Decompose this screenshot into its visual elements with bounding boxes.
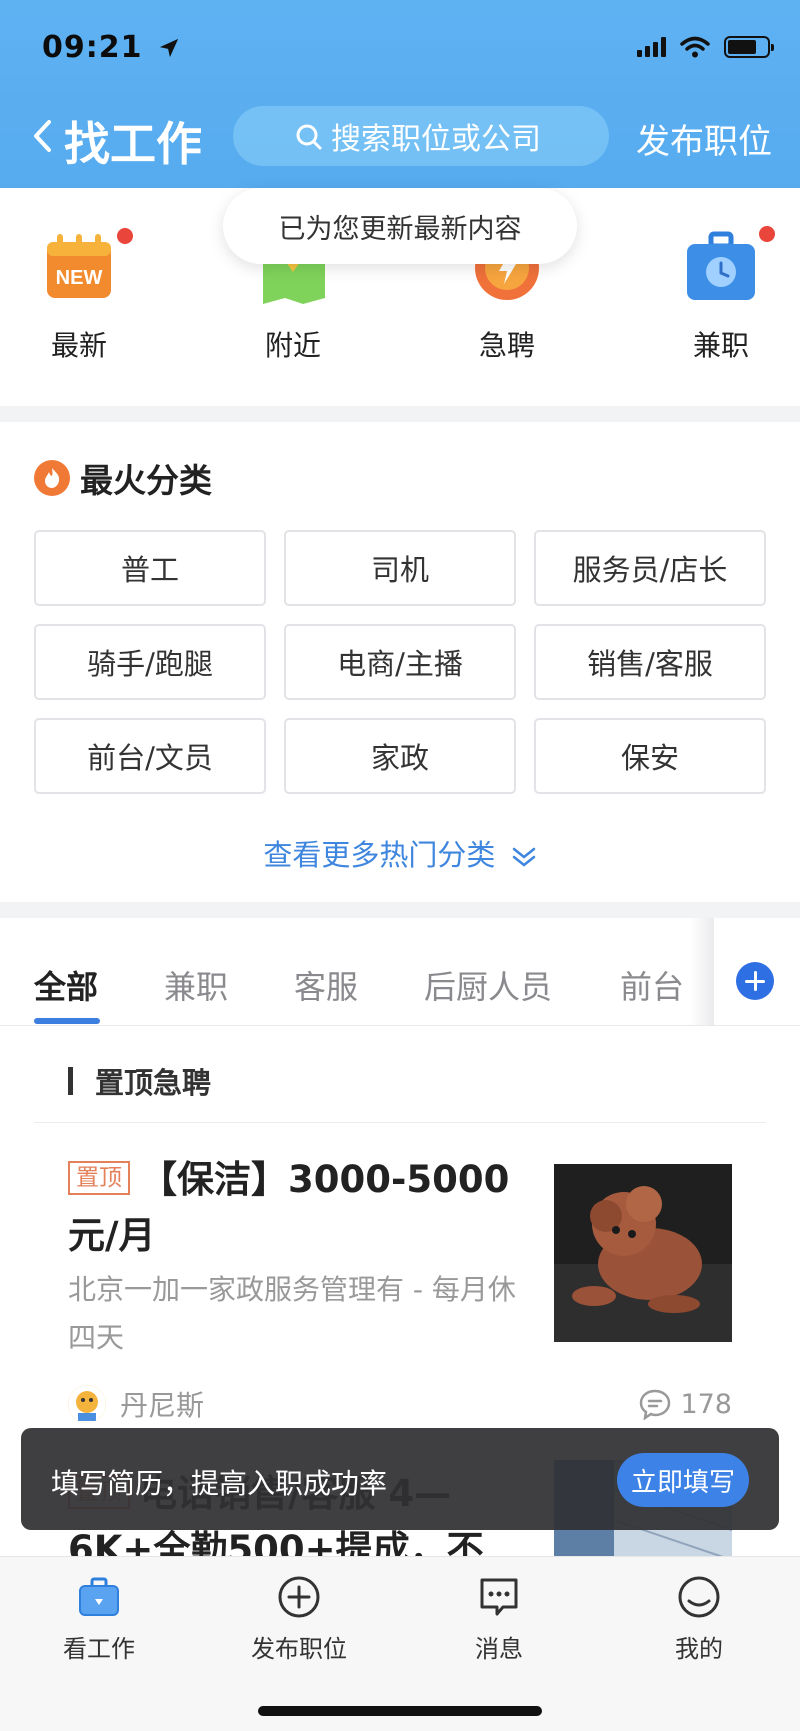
- location-arrow-icon: [159, 38, 179, 58]
- comment-count-value: 178: [680, 1388, 732, 1420]
- message-icon: [477, 1575, 521, 1619]
- more-categories-link[interactable]: 查看更多热门分类: [0, 832, 800, 874]
- job-card[interactable]: 置顶 【保洁】3000-5000元/月 北京一加一家政服务管理有 - 每月休四天 …: [68, 1152, 732, 1423]
- more-categories-label: 查看更多热门分类: [263, 838, 496, 872]
- app-header: 09:21 找工作 搜索职位或公司 发布职位: [0, 0, 800, 188]
- section-bar: [68, 1067, 73, 1095]
- bottom-tab-jobs[interactable]: 看工作: [39, 1575, 159, 1664]
- double-chevron-down-icon: [512, 847, 535, 867]
- tab-kitchen-staff[interactable]: 后厨人员: [424, 962, 552, 1008]
- briefcase-icon: [77, 1575, 121, 1619]
- plus-circle-icon: [277, 1575, 321, 1619]
- comment-count: 178: [638, 1388, 732, 1420]
- status-time: 09:21: [42, 30, 180, 65]
- pinned-badge: 置顶: [68, 1161, 130, 1195]
- tabs-scroll-fade: [690, 918, 714, 1025]
- status-indicators: [637, 36, 774, 58]
- notification-dot: [117, 228, 133, 244]
- fill-resume-button[interactable]: 立即填写: [617, 1453, 749, 1507]
- hot-categories-section: 最火分类 普工 司机 服务员/店长 骑手/跑腿 电商/主播 销售/客服 前台/文…: [0, 422, 800, 902]
- search-input[interactable]: 搜索职位或公司: [233, 106, 609, 166]
- job-title: 置顶 【保洁】3000-5000元/月: [68, 1152, 528, 1264]
- quick-item-label: 急聘: [478, 329, 535, 362]
- category-button[interactable]: 电商/主播: [284, 624, 516, 700]
- bottom-tab-bar: 看工作 发布职位 消息 我的: [0, 1556, 800, 1731]
- bottom-tab-label: 发布职位: [251, 1635, 347, 1663]
- bottom-tab-label: 我的: [675, 1635, 723, 1663]
- quick-item-parttime[interactable]: 兼职: [666, 226, 776, 364]
- quick-item-label: 最新: [50, 329, 107, 362]
- hot-categories-title: 最火分类: [80, 461, 212, 500]
- tab-all[interactable]: 全部: [34, 962, 98, 1008]
- battery-icon: [724, 36, 774, 58]
- resume-toast-text: 填写简历，提高入职成功率: [51, 1467, 388, 1500]
- add-tab-plus-icon[interactable]: [736, 962, 774, 1000]
- quick-item-label: 附近: [264, 329, 321, 362]
- category-button[interactable]: 司机: [284, 530, 516, 606]
- category-button[interactable]: 前台/文员: [34, 718, 266, 794]
- category-button[interactable]: 销售/客服: [534, 624, 766, 700]
- job-list: 置顶急聘 置顶 【保洁】3000-5000元/月 北京一加一家政服务管理有 - 每…: [0, 1026, 800, 1626]
- bottom-tab-messages[interactable]: 消息: [439, 1575, 559, 1664]
- publish-job-link[interactable]: 发布职位: [636, 114, 772, 163]
- back-arrow-icon[interactable]: [30, 118, 54, 154]
- active-tab-indicator: [34, 1018, 100, 1024]
- hot-categories-header: 最火分类: [34, 454, 212, 502]
- category-grid: 普工 司机 服务员/店长 骑手/跑腿 电商/主播 销售/客服 前台/文员 家政 …: [34, 530, 766, 794]
- bottom-tab-label: 看工作: [63, 1635, 135, 1663]
- job-title-text: 【保洁】3000-5000元/月: [68, 1158, 510, 1257]
- wifi-icon: [680, 36, 710, 58]
- new-calendar-icon: NEW: [41, 228, 133, 304]
- job-subtitle: 北京一加一家政服务管理有 - 每月休四天: [68, 1273, 516, 1354]
- job-photo-dog: [554, 1164, 732, 1342]
- job-tabs: 全部 兼职 客服 后厨人员 前台: [0, 918, 800, 1026]
- tab-customer-service[interactable]: 客服: [294, 962, 358, 1008]
- category-button[interactable]: 普工: [34, 530, 266, 606]
- bottom-tab-publish[interactable]: 发布职位: [239, 1575, 359, 1664]
- pinned-section-header: 置顶急聘: [68, 1060, 211, 1102]
- category-button[interactable]: 保安: [534, 718, 766, 794]
- avatar: [68, 1385, 106, 1423]
- bottom-tab-profile[interactable]: 我的: [639, 1575, 759, 1664]
- category-button[interactable]: 服务员/店长: [534, 530, 766, 606]
- quick-item-label: 兼职: [692, 329, 749, 362]
- search-placeholder: 搜索职位或公司: [331, 122, 541, 157]
- section-title: 置顶急聘: [95, 1066, 212, 1100]
- refresh-toast: 已为您更新最新内容: [223, 188, 577, 264]
- job-meta: 丹尼斯 178: [68, 1384, 732, 1424]
- notification-dot: [759, 226, 775, 242]
- quick-item-latest[interactable]: NEW 最新: [24, 228, 134, 364]
- resume-toast: 填写简历，提高入职成功率 立即填写: [21, 1428, 779, 1530]
- search-icon: [296, 124, 322, 150]
- comment-icon: [640, 1389, 671, 1420]
- fire-icon: [34, 460, 70, 496]
- divider: [34, 1122, 766, 1123]
- svg-text:NEW: NEW: [56, 267, 103, 289]
- tab-front-desk[interactable]: 前台: [620, 962, 684, 1008]
- home-indicator: [258, 1706, 542, 1716]
- bottom-tab-label: 消息: [475, 1635, 523, 1663]
- signal-icon: [637, 37, 666, 57]
- briefcase-clock-icon: [683, 226, 775, 304]
- profile-icon: [677, 1575, 721, 1619]
- poster-name: 丹尼斯: [120, 1389, 205, 1422]
- category-button[interactable]: 家政: [284, 718, 516, 794]
- tab-parttime[interactable]: 兼职: [164, 962, 228, 1008]
- category-button[interactable]: 骑手/跑腿: [34, 624, 266, 700]
- page-title: 找工作: [64, 117, 202, 171]
